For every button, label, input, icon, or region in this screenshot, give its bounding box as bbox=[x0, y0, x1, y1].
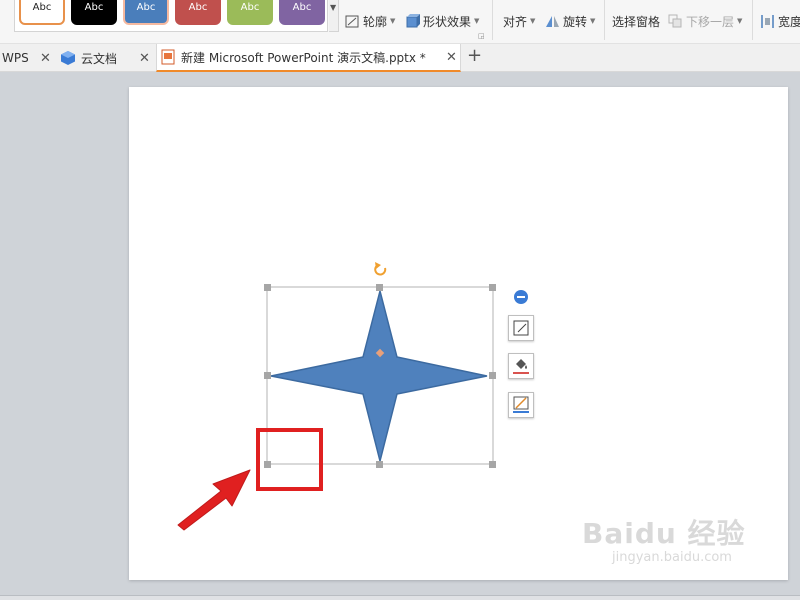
status-bar-edge bbox=[0, 595, 800, 600]
shape-style-quick-button[interactable] bbox=[508, 315, 534, 341]
watermark-url: jingyan.baidu.com bbox=[612, 550, 732, 565]
baidu-watermark: Baidu 经验 jingyan.baidu.com bbox=[582, 512, 746, 565]
four-point-star-shape[interactable] bbox=[270, 290, 488, 462]
shape-layer bbox=[177, 262, 496, 531]
outline-quick-button[interactable] bbox=[508, 392, 534, 418]
resize-handle-n bbox=[376, 284, 383, 291]
fill-quick-button[interactable] bbox=[508, 353, 534, 379]
resize-handle-nw bbox=[264, 284, 271, 291]
resize-handle-sw bbox=[264, 461, 271, 468]
resize-handle-w bbox=[264, 372, 271, 379]
style-edit-icon bbox=[513, 320, 529, 336]
pointer-arrow bbox=[177, 469, 251, 531]
resize-handle-e bbox=[489, 372, 496, 379]
outline-pen-icon bbox=[513, 396, 529, 413]
fill-bucket-icon bbox=[513, 359, 529, 374]
minus-circle-icon[interactable] bbox=[513, 289, 529, 305]
resize-handle-se bbox=[489, 461, 496, 468]
resize-handle-s bbox=[376, 461, 383, 468]
watermark-brand: Baidu 经验 bbox=[582, 517, 746, 550]
rotate-handle-icon[interactable] bbox=[374, 262, 387, 276]
resize-handle-ne bbox=[489, 284, 496, 291]
